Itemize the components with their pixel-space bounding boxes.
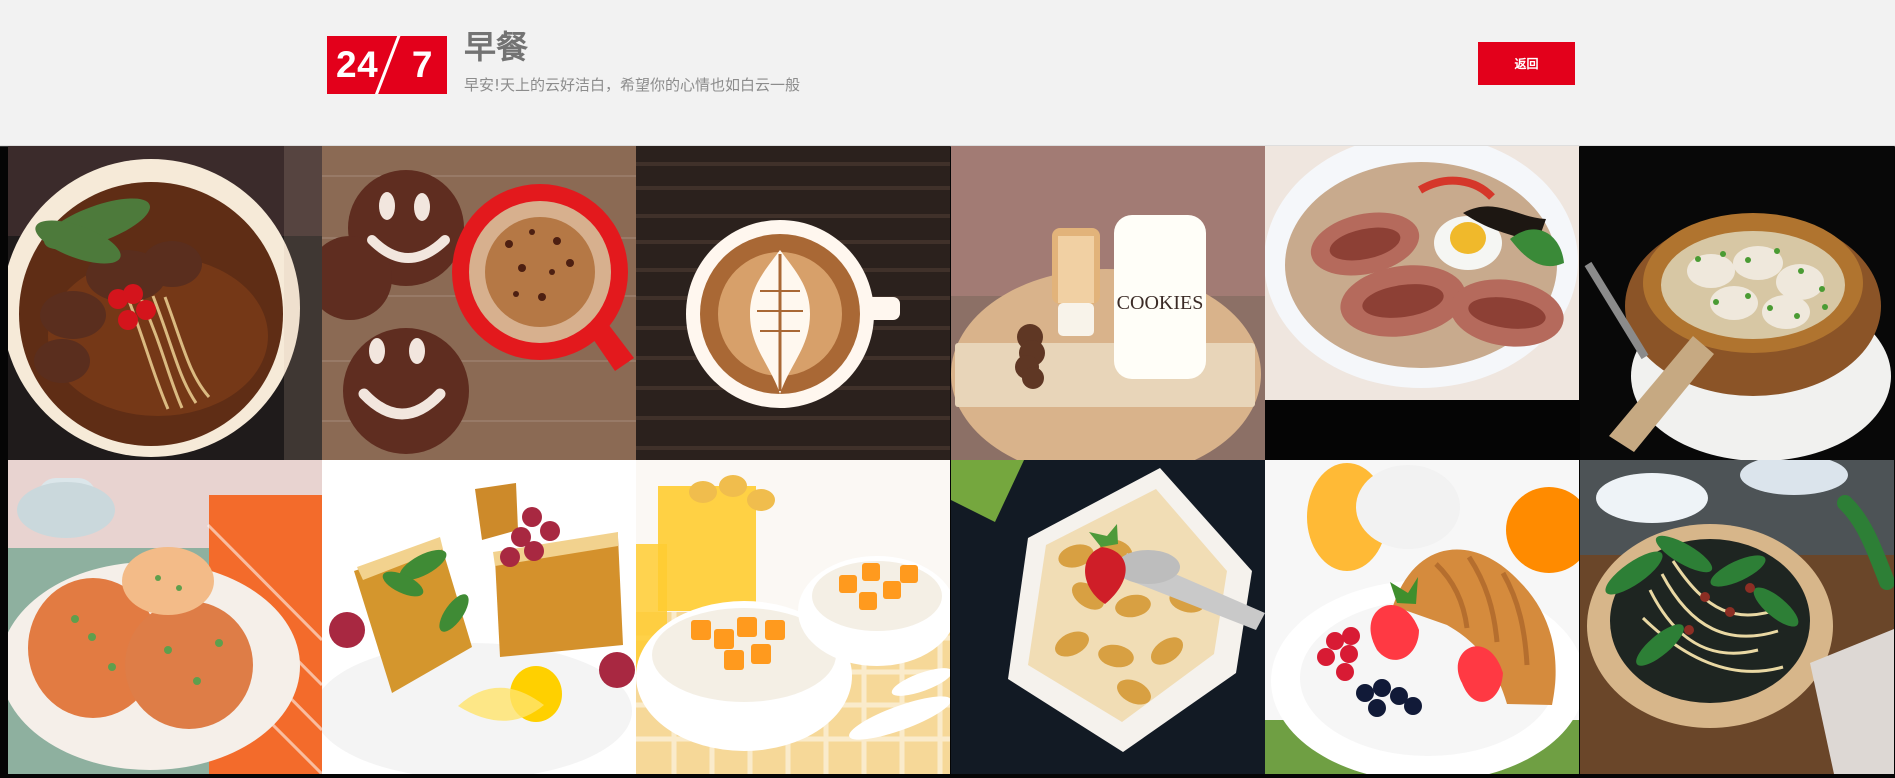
latte-art-coffee-image <box>636 146 950 460</box>
smiley-cookies-and-coffee-image <box>322 146 636 460</box>
gallery-tile-french-toast[interactable] <box>322 460 636 774</box>
back-button[interactable]: 返回 <box>1478 42 1575 85</box>
gallery-tile-smiley-cookies-and-coffee[interactable] <box>322 146 636 460</box>
gallery-tile-milk-cookies-jar[interactable]: COOKIES <box>951 146 1265 460</box>
logo-right-number: 7 <box>411 44 433 85</box>
gallery-tile-noodle-salad[interactable] <box>1580 460 1894 774</box>
oatmeal-and-juice-image <box>636 460 950 774</box>
ramen-bowl-image <box>1265 146 1579 460</box>
gallery-tile-ramen-bowl[interactable] <box>1265 146 1579 460</box>
gallery-tile-oatmeal-and-juice[interactable] <box>636 460 950 774</box>
noodle-salad-image <box>1580 460 1894 774</box>
dumpling-pot-image <box>1580 146 1894 460</box>
page-title: 早餐 <box>464 28 529 66</box>
food-gallery: COOKIES <box>0 146 1895 778</box>
gallery-tile-croissant-breakfast[interactable] <box>1265 460 1579 774</box>
gallery-tile-savory-pancakes[interactable] <box>8 460 322 774</box>
header: 24 7 早餐 早安!天上的云好洁白，希望你的心情也如白云一般 返回 <box>0 0 1895 146</box>
savory-pancakes-image <box>8 460 322 774</box>
beef-noodle-soup-image <box>8 146 322 460</box>
svg-text:COOKIES: COOKIES <box>1117 292 1204 314</box>
french-toast-image <box>322 460 636 774</box>
milk-cookies-jar-image: COOKIES <box>951 146 1265 460</box>
gallery-tile-cereal-with-milk[interactable] <box>951 460 1265 774</box>
croissant-breakfast-image <box>1265 460 1579 774</box>
brand-logo[interactable]: 24 7 <box>327 36 447 94</box>
logo-left-number: 24 <box>336 44 379 85</box>
gallery-tile-beef-noodle-soup[interactable] <box>8 146 322 460</box>
cereal-with-milk-image <box>951 460 1265 774</box>
gallery-tile-latte-art-coffee[interactable] <box>636 146 950 460</box>
page-subtitle: 早安!天上的云好洁白，希望你的心情也如白云一般 <box>464 76 801 94</box>
gallery-tile-dumpling-pot[interactable] <box>1580 146 1894 460</box>
